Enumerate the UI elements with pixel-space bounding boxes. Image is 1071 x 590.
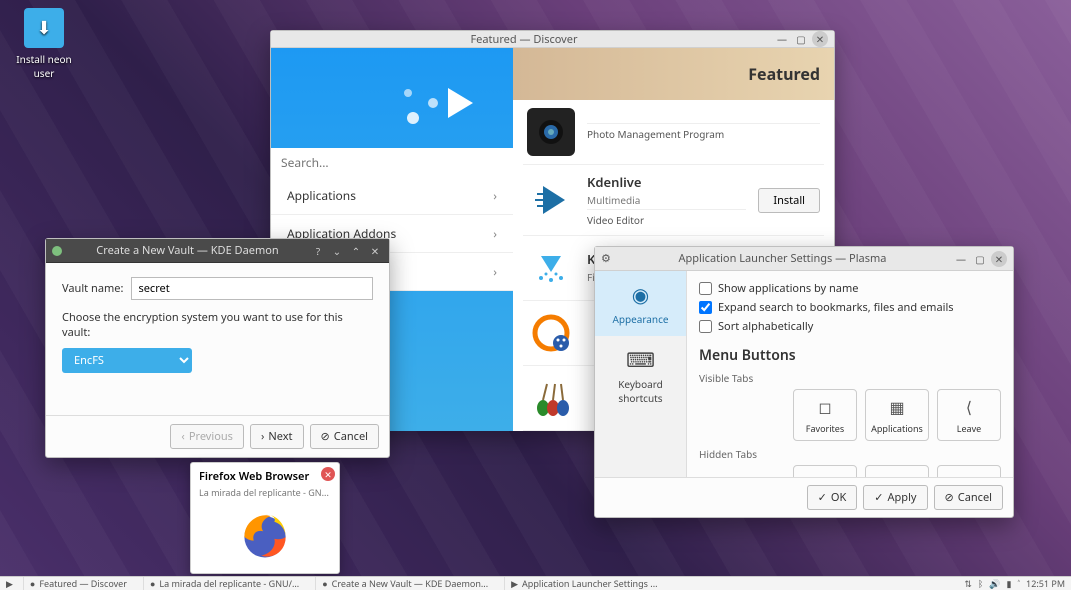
task-vault[interactable]: ●Create a New Vault — KDE Daemon... [315, 577, 494, 590]
task-firefox[interactable]: ●La mirada del replicante - GNU/... [143, 577, 305, 590]
help-button[interactable]: ? [310, 243, 326, 259]
start-button[interactable]: ▶ [6, 577, 13, 590]
settings-sidebar: ◉ Appearance ⌨ Keyboard shortcuts [595, 271, 687, 477]
app-icon: ● [30, 577, 35, 590]
task-discover[interactable]: ●Featured — Discover [23, 577, 133, 590]
firefox-icon [235, 505, 295, 565]
tab-leave[interactable]: ⟨Leave [937, 389, 1001, 441]
plasma-icon: ⚙ [601, 251, 611, 266]
hidden-tabs-label: Hidden Tabs [699, 447, 1001, 461]
chevron-right-icon: › [493, 225, 497, 242]
chevron-right-icon: › [493, 187, 497, 204]
bookmark-icon: ◻ [818, 396, 831, 418]
app-icon [52, 246, 62, 256]
visible-tabs-label: Visible Tabs [699, 371, 1001, 385]
spiral-icon [527, 309, 575, 357]
cancel-icon: ⊘ [945, 490, 954, 505]
close-button[interactable]: ✕ [812, 31, 828, 47]
vault-title: Create a New Vault — KDE Daemon [68, 243, 307, 258]
maximize-button[interactable]: ▢ [793, 31, 809, 47]
chk-expand-search[interactable]: Expand search to bookmarks, files and em… [699, 298, 1001, 317]
previous-button: ‹Previous [170, 424, 244, 449]
app-row[interactable]: Photo Management Program [523, 100, 824, 165]
grid-icon: ▦ [889, 396, 904, 418]
cancel-icon: ⊘ [321, 429, 330, 444]
download-icon: ⬇ [24, 8, 64, 48]
tab-applications[interactable]: ▦Applications [865, 389, 929, 441]
appearance-icon: ◉ [599, 281, 682, 308]
camera-icon [527, 108, 575, 156]
minimize-button[interactable]: ⌄ [329, 243, 345, 259]
app-icon: ● [322, 577, 327, 590]
menu-buttons-heading: Menu Buttons [699, 346, 1001, 365]
play-icon [527, 176, 575, 224]
minimize-button[interactable]: — [774, 31, 790, 47]
maximize-button[interactable]: ▢ [972, 251, 988, 267]
app-row[interactable]: Kdenlive Multimedia Video Editor Install [523, 165, 824, 236]
tab-favorites[interactable]: ◻Favorites [793, 389, 857, 441]
firefox-tooltip: ✕ Firefox Web Browser La mirada del repl… [190, 462, 340, 574]
install-button[interactable]: Install [758, 188, 820, 213]
bluetooth-icon[interactable]: ᛒ [978, 577, 983, 590]
network-icon[interactable]: ⇅ [964, 577, 972, 590]
discover-logo-icon [393, 73, 483, 133]
chk-show-by-name[interactable]: Show applications by name [699, 279, 1001, 298]
cancel-button[interactable]: ⊘Cancel [934, 485, 1003, 510]
app-icon: ▶ [511, 577, 518, 590]
check-icon: ✓ [818, 490, 827, 505]
apply-button[interactable]: ✓Apply [863, 485, 927, 510]
tab-computer[interactable]: ▭Computer [865, 465, 929, 477]
chevron-up-icon[interactable]: ˄ [1017, 577, 1020, 590]
check-icon: ✓ [874, 490, 883, 505]
firefox-icon: ● [150, 577, 155, 590]
tab-often-used[interactable]: ◔Often Used [793, 465, 857, 477]
plasma-title: Application Launcher Settings — Plasma [615, 251, 950, 266]
vault-window: Create a New Vault — KDE Daemon ? ⌄ ⌃ ✕ … [45, 238, 390, 458]
tab-history[interactable]: ◷History [937, 465, 1001, 477]
task-plasma[interactable]: ▶Application Launcher Settings ... [504, 577, 663, 590]
desktop-icon-label: Install neon user [12, 52, 76, 80]
sidebar-item-appearance[interactable]: ◉ Appearance [595, 271, 686, 336]
download-icon [527, 244, 575, 292]
category-applications[interactable]: Applications › [271, 177, 513, 215]
clock[interactable]: 12:51 PM [1026, 577, 1065, 590]
system-tray[interactable]: ⇅ ᛒ 🔊 ▮ ˄ 12:51 PM [964, 577, 1065, 590]
firefox-name: Firefox Web Browser [199, 469, 331, 484]
settings-main: Show applications by name Expand search … [687, 271, 1013, 477]
discover-title: Featured — Discover [277, 32, 771, 47]
maximize-button[interactable]: ⌃ [348, 243, 364, 259]
vault-titlebar[interactable]: Create a New Vault — KDE Daemon ? ⌄ ⌃ ✕ [46, 239, 389, 263]
search-input[interactable] [271, 148, 513, 177]
next-button[interactable]: ›Next [250, 424, 304, 449]
cancel-button[interactable]: ⊘Cancel [310, 424, 379, 449]
close-button[interactable]: ✕ [367, 243, 383, 259]
firefox-sub: La mirada del replicante - GN... [199, 486, 331, 499]
discover-search [271, 148, 513, 177]
keyboard-icon: ⌨ [599, 346, 682, 373]
chevron-right-icon: › [261, 429, 264, 444]
desktop-icon-install-neon[interactable]: ⬇ Install neon user [12, 8, 76, 80]
vault-name-label: Vault name: [62, 281, 123, 296]
discover-brand [271, 48, 513, 148]
taskbar: ▶ ●Featured — Discover ●La mirada del re… [0, 576, 1071, 590]
battery-icon[interactable]: ▮ [1007, 577, 1012, 590]
close-button[interactable]: ✕ [991, 251, 1007, 267]
featured-banner: Featured [513, 48, 834, 100]
vault-name-input[interactable] [131, 277, 373, 300]
chk-sort-alpha[interactable]: Sort alphabetically [699, 317, 1001, 336]
minimize-button[interactable]: — [953, 251, 969, 267]
volume-icon[interactable]: 🔊 [989, 577, 1000, 590]
paint-icon [527, 374, 575, 422]
chevron-left-icon: ‹ [181, 429, 184, 444]
discover-titlebar[interactable]: Featured — Discover — ▢ ✕ [271, 31, 834, 48]
encryption-select[interactable]: EncFS [62, 348, 192, 373]
chevron-left-icon: ⟨ [966, 396, 972, 418]
ok-button[interactable]: ✓OK [807, 485, 858, 510]
sidebar-item-shortcuts[interactable]: ⌨ Keyboard shortcuts [595, 336, 686, 415]
close-icon[interactable]: ✕ [321, 467, 335, 481]
chevron-right-icon: › [493, 263, 497, 280]
vault-prompt: Choose the encryption system you want to… [62, 310, 373, 340]
plasma-titlebar[interactable]: ⚙ Application Launcher Settings — Plasma… [595, 247, 1013, 271]
launcher-settings-window: ⚙ Application Launcher Settings — Plasma… [594, 246, 1014, 518]
